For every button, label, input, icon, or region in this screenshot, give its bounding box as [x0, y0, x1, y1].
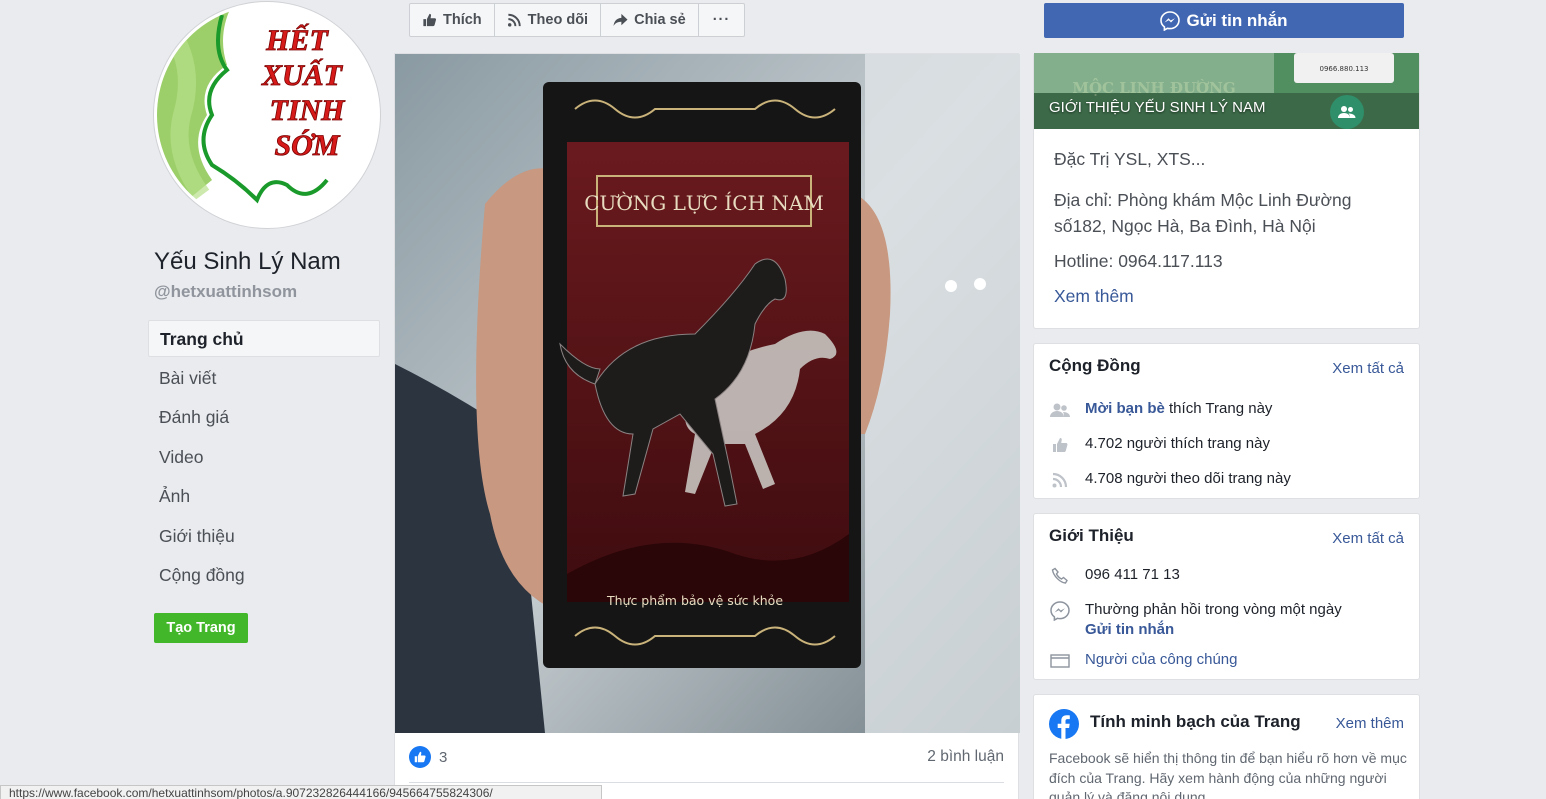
avatar-text-1: HẾT [265, 23, 329, 57]
phone-number[interactable]: 096 411 71 13 [1085, 566, 1180, 583]
nav-item-photos[interactable]: Ảnh [148, 478, 380, 515]
follow-page-button[interactable]: Theo dõi [495, 4, 602, 36]
invite-friends-row: Mời bạn bè thích Trang này [1049, 400, 1272, 420]
nav-item-posts[interactable]: Bài viết [148, 360, 380, 397]
invite-friends-link[interactable]: Mời bạn bè [1085, 400, 1165, 417]
more-options-button[interactable]: ··· [699, 4, 745, 36]
messenger-icon [1160, 10, 1181, 31]
intro-see-all-link[interactable]: Xem tất cả [1332, 530, 1404, 547]
about-hotline: Hotline: 0964.117.113 [1054, 251, 1223, 271]
avatar-text-4: SỚM [274, 129, 340, 162]
share-page-button[interactable]: Chia sẻ [601, 4, 699, 36]
post-divider [409, 782, 1004, 783]
cover-phone-tag: 0966.880.113 [1320, 65, 1369, 73]
page-action-bar: Thích Theo dõi Chia sẻ ··· [409, 3, 746, 37]
avatar-image: HẾT XUẤT TINH SỚM [157, 5, 377, 225]
community-card: Cộng Đồng Xem tất cả Mời bạn bè thích Tr… [1033, 343, 1420, 499]
reaction-count: 3 [439, 748, 448, 766]
page-title[interactable]: Yếu Sinh Lý Nam [154, 248, 341, 276]
avatar-text-2: XUẤT [261, 58, 344, 92]
phone-row: 096 411 71 13 [1049, 566, 1180, 586]
about-see-more-link[interactable]: Xem thêm [1054, 283, 1134, 309]
page-nav: Trang chủ Bài viết Đánh giá Video Ảnh Gi… [148, 320, 380, 597]
about-address-line2: số182, Ngọc Hà, Ba Đình, Hà Nội [1054, 216, 1316, 236]
share-arrow-icon [613, 13, 628, 27]
product-subtitle: Thực phẩm bảo vệ sức khỏe [606, 593, 783, 608]
follows-row: 4.708 người theo dõi trang này [1049, 470, 1291, 490]
featured-post: CƯỜNG LỰC ÍCH NAM Thực phẩm bảo vệ sức k… [394, 53, 1020, 799]
facebook-logo-icon [1049, 709, 1079, 744]
post-photo[interactable]: CƯỜNG LỰC ÍCH NAM Thực phẩm bảo vệ sức k… [395, 54, 1020, 733]
category-link[interactable]: Người của công chúng [1085, 651, 1237, 668]
intro-title: Giới Thiệu [1049, 526, 1134, 545]
transparency-text: Facebook sẽ hiển thị thông tin để bạn hi… [1049, 750, 1407, 799]
page-handle[interactable]: @hetxuattinhsom [154, 282, 297, 302]
friends-icon [1049, 400, 1071, 420]
response-row: Thường phản hồi trong vòng một ngày Gửi … [1049, 601, 1342, 638]
transparency-see-more-link[interactable]: Xem thêm [1336, 715, 1404, 732]
page-avatar[interactable]: HẾT XUẤT TINH SỚM [154, 2, 380, 228]
messenger-icon [1049, 601, 1071, 621]
intro-send-message-link[interactable]: Gửi tin nhắn [1085, 621, 1342, 638]
like-page-button[interactable]: Thích [410, 4, 495, 36]
nav-item-community[interactable]: Cộng đồng [148, 557, 380, 594]
nav-item-home[interactable]: Trang chủ [148, 320, 380, 357]
group-join-icon[interactable] [1330, 95, 1364, 129]
like-label: Thích [443, 12, 482, 28]
intro-card: Giới Thiệu Xem tất cả 096 411 71 13 Thườ… [1033, 513, 1420, 680]
likes-count-text: 4.702 người thích trang này [1085, 435, 1270, 452]
likes-row: 4.702 người thích trang này [1049, 435, 1270, 455]
category-row: Người của công chúng [1049, 651, 1237, 671]
transparency-title: Tính minh bạch của Trang [1090, 712, 1301, 731]
ellipsis-icon: ··· [712, 12, 731, 28]
like-reaction-icon [409, 746, 431, 768]
rss-follow-icon [1049, 470, 1071, 490]
community-title: Cộng Đồng [1049, 356, 1141, 375]
transparency-card: Tính minh bạch của Trang Xem thêm Facebo… [1033, 694, 1420, 799]
reaction-summary[interactable]: 3 [409, 746, 447, 768]
nav-item-reviews[interactable]: Đánh giá [148, 399, 380, 436]
phone-icon [1049, 566, 1071, 586]
rss-follow-icon [507, 13, 521, 27]
share-label: Chia sẻ [634, 12, 686, 28]
nav-item-videos[interactable]: Video [148, 439, 380, 476]
nav-item-about[interactable]: Giới thiệu [148, 518, 380, 555]
about-address-line1: Địa chỉ: Phòng khám Mộc Linh Đường [1054, 190, 1352, 210]
send-message-label: Gửi tin nhắn [1186, 10, 1288, 30]
cover-title: GIỚI THIỆU YẾU SINH LÝ NAM [1049, 99, 1266, 116]
group-cover[interactable]: 0966.880.113 MỘC LINH ĐƯỜNG GIỚI THIỆU Y… [1034, 53, 1419, 129]
product-photo-image: CƯỜNG LỰC ÍCH NAM Thực phẩm bảo vệ sức k… [395, 54, 1020, 733]
about-tagline: Đặc Trị YSL, XTS... [1054, 149, 1206, 169]
invite-friends-text: thích Trang này [1164, 400, 1273, 417]
create-page-button[interactable]: Tạo Trang [154, 613, 248, 643]
product-title: CƯỜNG LỰC ÍCH NAM [584, 190, 824, 215]
follow-label: Theo dõi [527, 12, 589, 28]
community-see-all-link[interactable]: Xem tất cả [1332, 360, 1404, 377]
thumbs-up-icon [1049, 435, 1071, 455]
send-message-button[interactable]: Gửi tin nhắn [1044, 3, 1404, 38]
comment-count[interactable]: 2 bình luận [927, 748, 1004, 766]
response-time-text: Thường phản hồi trong vòng một ngày [1085, 601, 1342, 618]
category-card-icon [1049, 651, 1071, 671]
avatar-text-3: TINH [270, 94, 347, 127]
follows-count-text: 4.708 người theo dõi trang này [1085, 470, 1291, 487]
thumbs-up-icon [423, 13, 437, 27]
browser-status-bar: https://www.facebook.com/hetxuattinhsom/… [0, 785, 602, 799]
